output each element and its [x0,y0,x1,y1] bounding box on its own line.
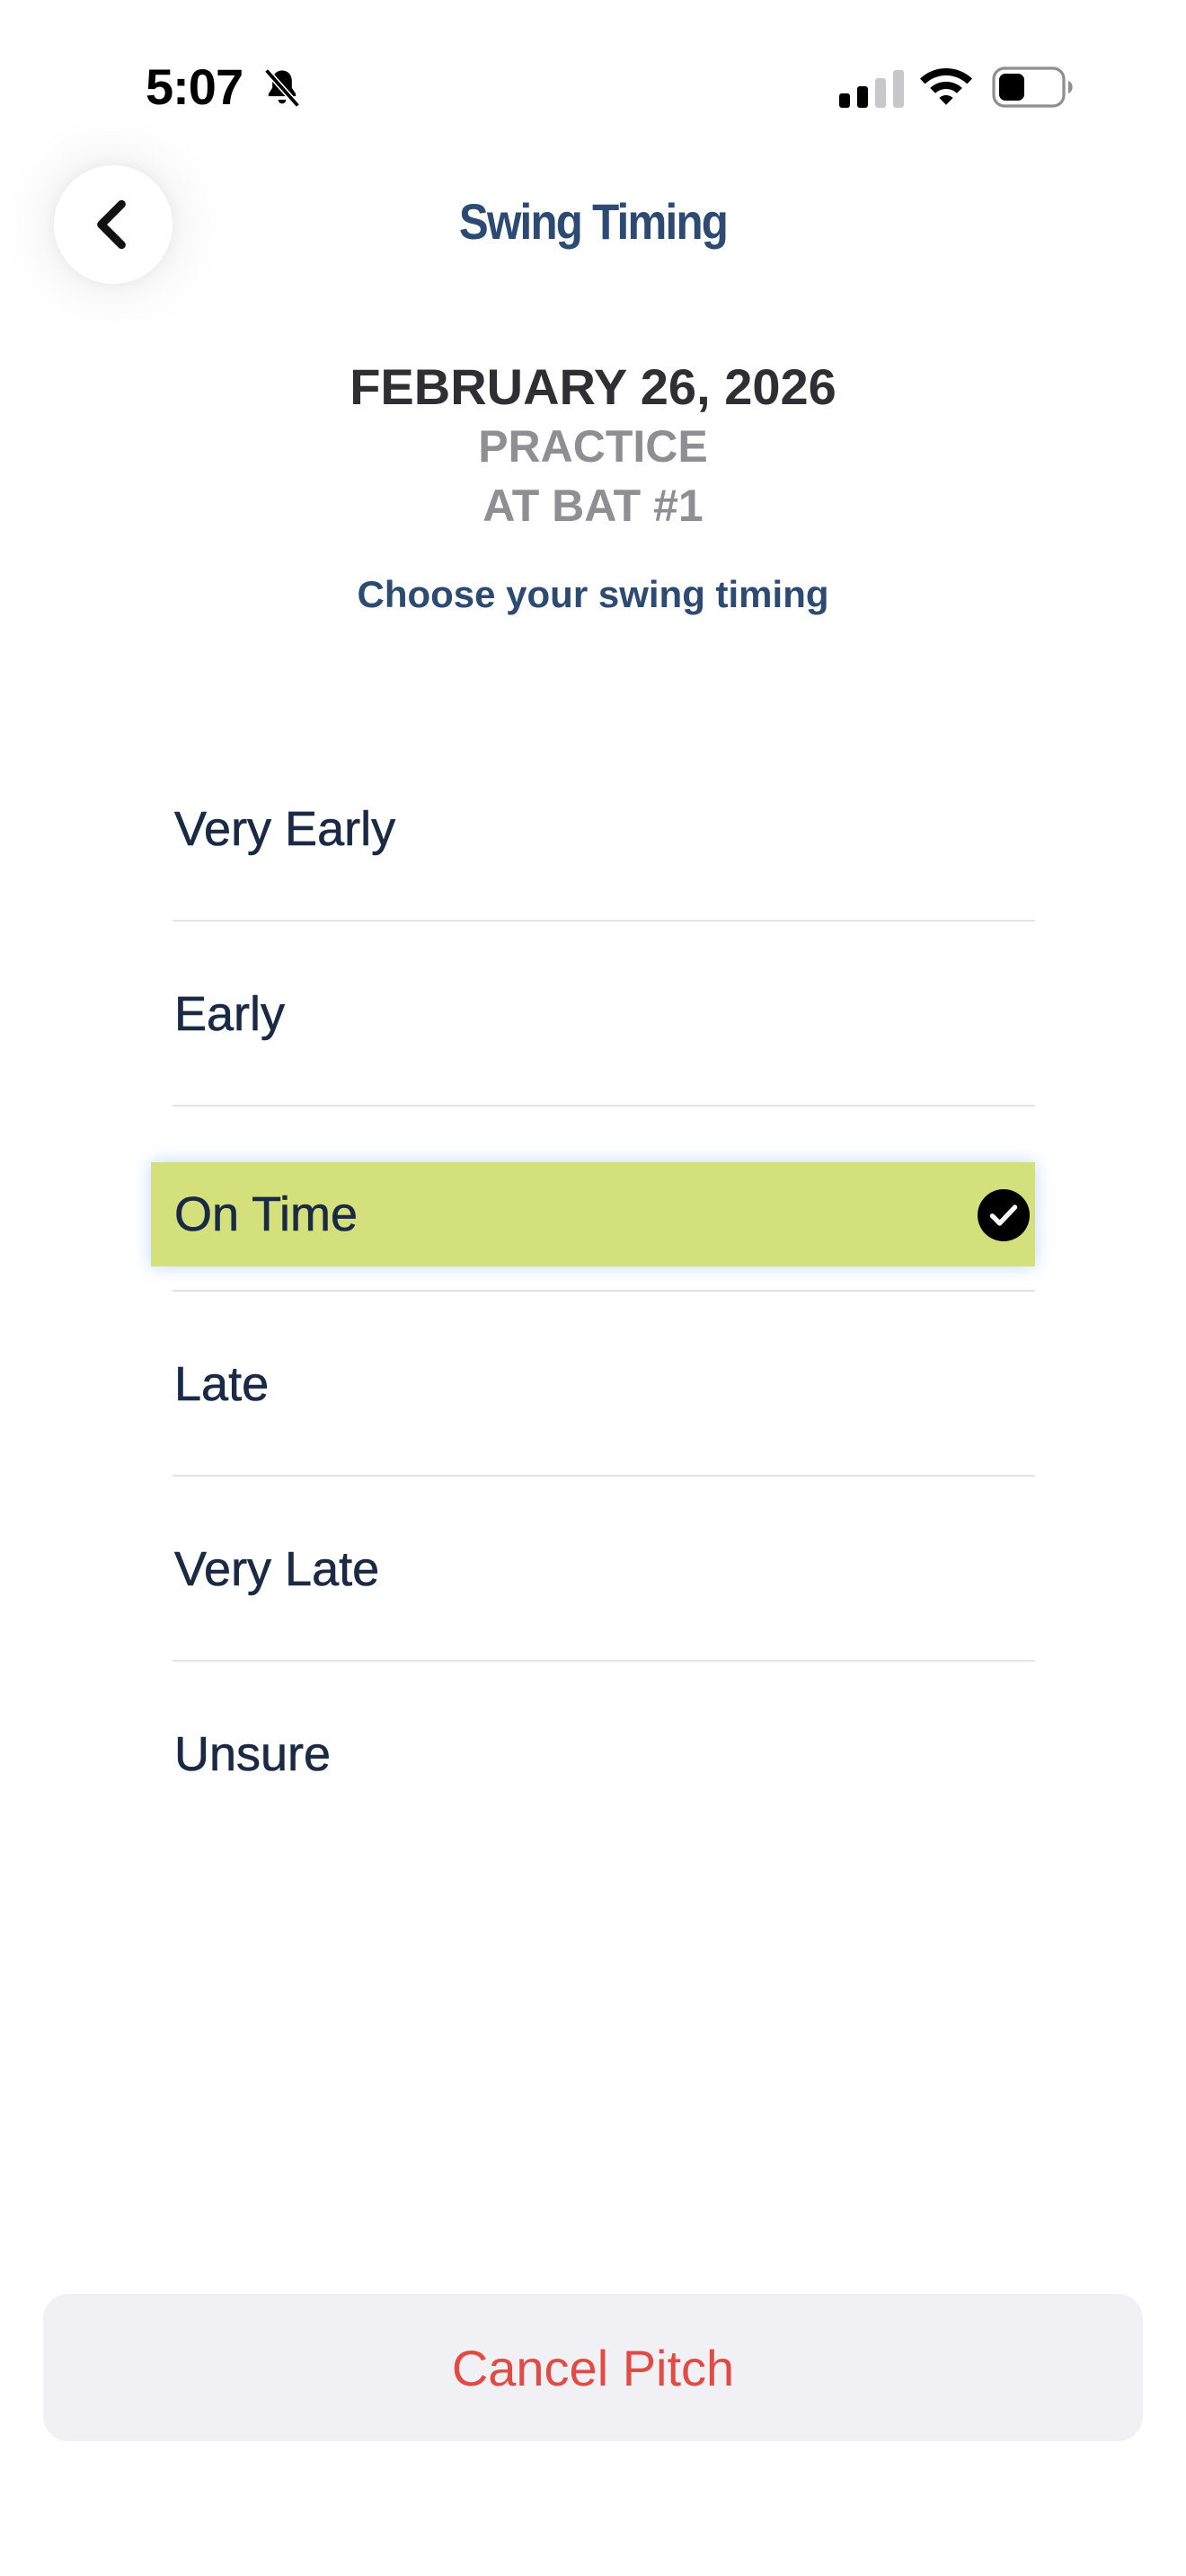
signal-icon [839,70,904,108]
page-title: Swing Timing [458,193,729,250]
cancel-pitch-label: Cancel Pitch [451,2339,735,2396]
option-label: Very Early [174,802,396,857]
option-on-time[interactable]: On Time [151,1107,1035,1292]
bell-slash-icon [264,68,300,108]
status-time: 5:07 [146,58,243,115]
option-early[interactable]: Early [173,922,1035,1107]
battery-icon [992,66,1073,108]
option-very-late[interactable]: Very Late [173,1477,1035,1662]
cancel-pitch-button[interactable]: Cancel Pitch [43,2294,1143,2441]
option-very-early[interactable]: Very Early [173,737,1035,922]
status-bar: 5:07 [0,0,1186,171]
option-unsure[interactable]: Unsure [173,1662,1035,1847]
wifi-icon [920,68,972,105]
option-late[interactable]: Late [173,1292,1035,1477]
option-label: Unsure [174,1727,332,1782]
instruction-text: Choose your swing timing [357,573,829,615]
option-label: Early [174,987,286,1042]
option-label: Very Late [174,1542,380,1597]
session-date: FEBRUARY 26, 2026 [350,358,836,415]
option-label: Late [174,1357,270,1412]
checkmark-circle-icon [978,1189,1030,1241]
session-type: PRACTICE [478,421,708,472]
at-bat-label: AT BAT #1 [482,481,704,531]
option-label: On Time [174,1187,358,1242]
